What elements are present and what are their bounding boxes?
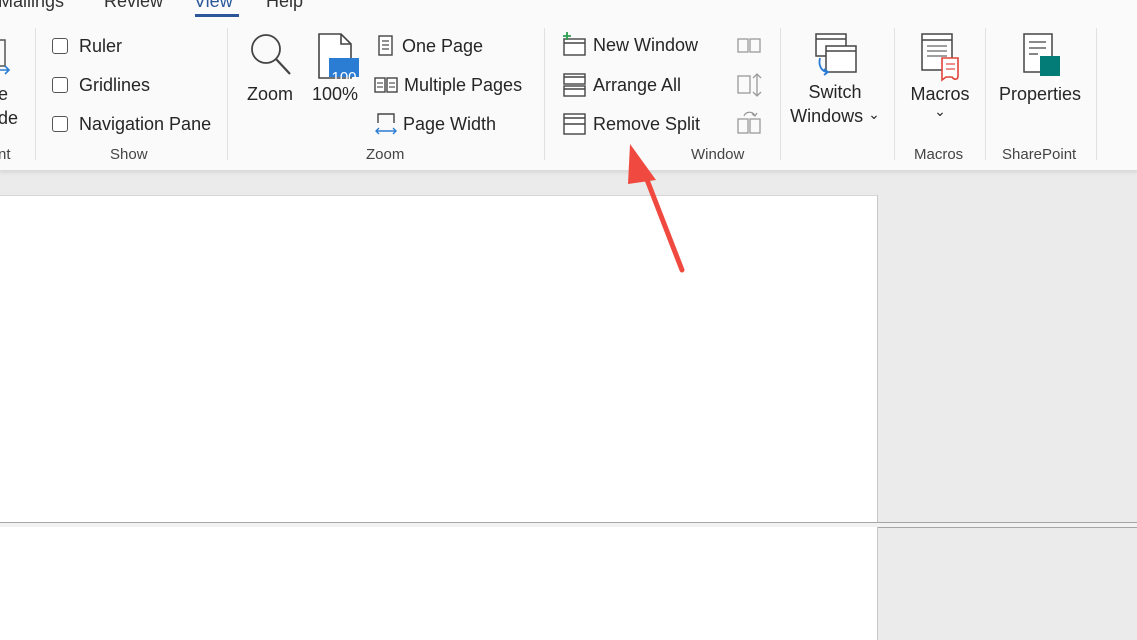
annotation-arrow-icon	[628, 144, 685, 273]
